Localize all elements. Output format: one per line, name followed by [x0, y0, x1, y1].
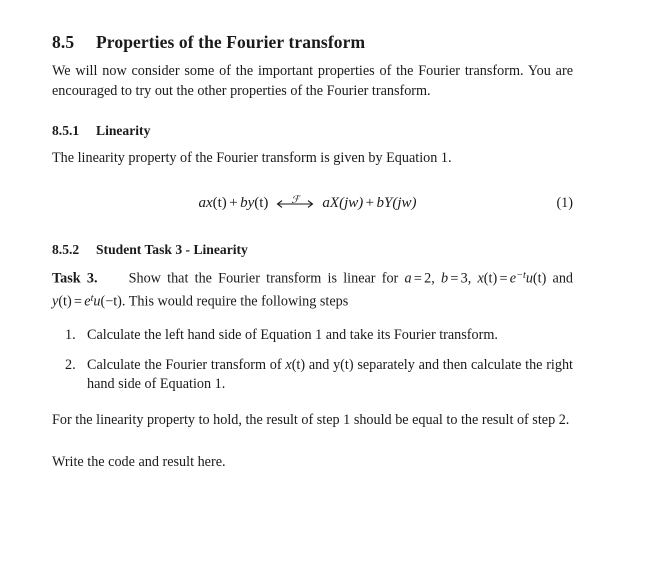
task-x-exponent: −t	[516, 270, 526, 282]
equation-lhs: ax(t) + by(t)	[198, 195, 269, 212]
subsection-heading-student-task: 8.5.2 Student Task 3 - Linearity	[52, 242, 573, 258]
step-text-1: Calculate the left hand side of Equation…	[87, 327, 498, 344]
task-equals-1: =	[413, 270, 422, 287]
page-content: 8.5 Properties of the Fourier transform W…	[52, 0, 573, 472]
task-paragraph: Task 3. Show that the Fourier transform …	[52, 266, 573, 312]
task-equals-3: =	[499, 270, 508, 287]
intro-paragraph: We will now consider some of the importa…	[52, 63, 573, 99]
subsection-title-2: Student Task 3 - Linearity	[96, 242, 248, 258]
equation-rhs: aX(jw) + bY(jw)	[322, 195, 417, 212]
step-marker-1: 1.	[65, 327, 76, 344]
task-u-func-x: u	[525, 270, 533, 287]
step-text-2-before: Calculate the Fourier transform of	[87, 356, 286, 373]
task-variable-b: b	[440, 270, 449, 287]
task-value-b: 3	[460, 270, 468, 287]
task-u-arg-x: (t)	[532, 270, 547, 287]
section-heading: 8.5 Properties of the Fourier transform	[52, 32, 573, 53]
task-variable-a: a	[404, 270, 412, 287]
step-marker-2: 2.	[65, 356, 76, 373]
subsection-number-2: 8.5.2	[52, 242, 80, 258]
task-y-arg: (t)	[58, 293, 72, 310]
step-2-x-arg: (t)	[291, 356, 306, 373]
document-page: 8.5 Properties of the Fourier transform W…	[0, 0, 665, 563]
task-and-word: and	[552, 270, 574, 287]
linearity-paragraph: The linearity property of the Fourier tr…	[52, 149, 452, 166]
final-prompt-paragraph: Write the code and result here.	[52, 453, 226, 470]
list-item: 1. Calculate the left hand side of Equati…	[52, 326, 573, 346]
subsection-number: 8.5.1	[52, 123, 80, 139]
task-x-arg: (t)	[483, 270, 498, 287]
steps-list: 1. Calculate the left hand side of Equati…	[52, 326, 573, 395]
equation-body: ax(t) + by(t) ℱaX(jw) + bY(jw)	[52, 186, 573, 220]
task-u-arg-y: (−t)	[100, 293, 122, 310]
task-comma-2: ,	[467, 270, 472, 287]
equation-block: ax(t) + by(t) ℱaX(jw) + bY(jw) (1)	[52, 186, 573, 220]
task-equals-2: =	[450, 270, 459, 287]
task-equals-4: =	[73, 293, 82, 310]
list-item: 2. Calculate the Fourier transform of x(t…	[52, 356, 573, 395]
subsection-heading-linearity: 8.5.1 Linearity	[52, 123, 573, 139]
equation-number: (1)	[556, 195, 573, 212]
section-number: 8.5	[52, 32, 75, 52]
closing-paragraph: For the linearity property to hold, the …	[52, 411, 570, 428]
fourier-transform-arrow-icon: ℱ	[273, 194, 317, 211]
section-title: Properties of the Fourier transform	[96, 32, 366, 52]
task-text-part2: This would require the following steps	[128, 293, 349, 310]
task-text-part1: Show that the Fourier transform is linea…	[128, 270, 405, 287]
subsection-title: Linearity	[96, 123, 151, 139]
task-label: Task 3.	[52, 270, 98, 287]
double-arrow-icon	[276, 200, 314, 208]
task-period: .	[121, 293, 126, 310]
task-comma-1: ,	[431, 270, 435, 287]
task-u-func-y: u	[93, 293, 101, 310]
